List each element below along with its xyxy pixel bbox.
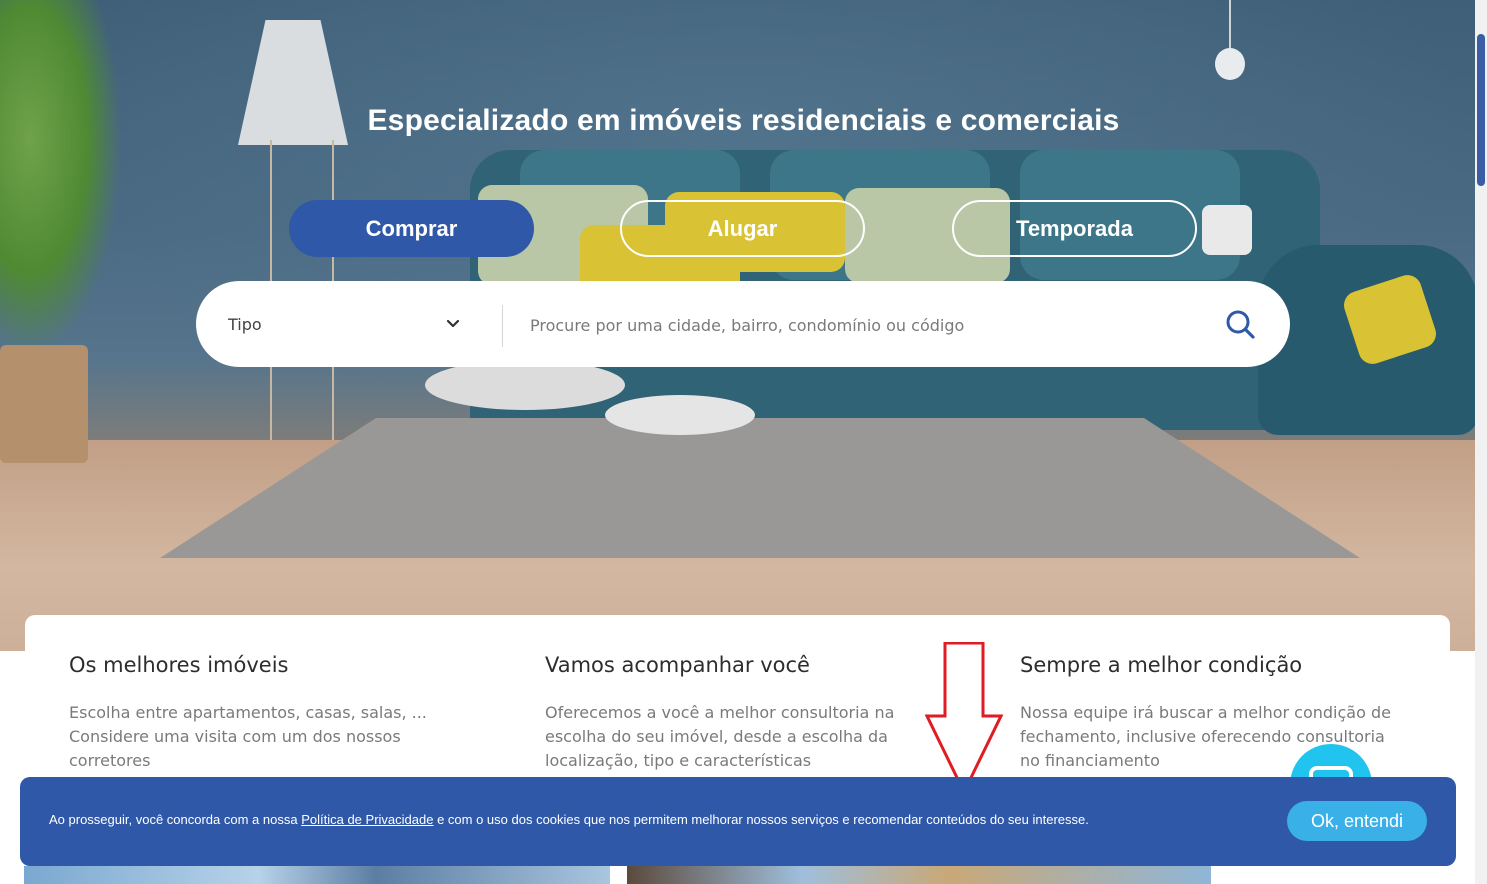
property-image[interactable] bbox=[24, 866, 610, 884]
cookie-banner: Ao prosseguir, você concorda com a nossa… bbox=[20, 777, 1456, 866]
property-image[interactable] bbox=[627, 866, 1211, 884]
feature-text: Escolha entre apartamentos, casas, salas… bbox=[69, 703, 427, 770]
search-bar: Tipo bbox=[196, 281, 1290, 367]
bulb-cord-image bbox=[1229, 0, 1231, 50]
hero-title: Especializado em imóveis residenciais e … bbox=[367, 104, 1120, 137]
chevron-down-icon[interactable] bbox=[444, 315, 462, 333]
cookie-text: Ao prosseguir, você concorda com a nossa… bbox=[49, 812, 1089, 827]
feature-accompany: Vamos acompanhar você Oferecemos a você … bbox=[545, 653, 925, 773]
rug-image bbox=[160, 418, 1360, 558]
privacy-policy-link[interactable]: Política de Privacidade bbox=[301, 812, 433, 827]
feature-text: Oferecemos a você a melhor consultoria n… bbox=[545, 703, 895, 770]
search-divider bbox=[502, 305, 503, 347]
search-icon[interactable] bbox=[1221, 305, 1261, 345]
feature-title: Vamos acompanhar você bbox=[545, 653, 810, 677]
arrow-down-icon bbox=[925, 642, 1003, 794]
vase-image bbox=[1202, 205, 1252, 255]
type-select-label: Tipo bbox=[228, 314, 262, 334]
tab-temporada[interactable]: Temporada bbox=[952, 200, 1197, 257]
feature-title: Sempre a melhor condição bbox=[1020, 653, 1303, 677]
bulb-image bbox=[1215, 48, 1245, 80]
tab-alugar[interactable]: Alugar bbox=[620, 200, 865, 257]
type-select[interactable]: Tipo bbox=[228, 281, 478, 367]
scrollbar-thumb[interactable] bbox=[1477, 34, 1485, 186]
tab-comprar[interactable]: Comprar bbox=[289, 200, 534, 257]
cookie-text-before: Ao prosseguir, você concorda com a nossa bbox=[49, 812, 302, 827]
coffee-table-image bbox=[425, 360, 625, 410]
search-input[interactable] bbox=[528, 303, 1212, 347]
side-table-image bbox=[605, 395, 755, 435]
feature-title: Os melhores imóveis bbox=[69, 653, 289, 677]
feature-best-properties: Os melhores imóveis Escolha entre aparta… bbox=[69, 653, 449, 773]
scrollbar[interactable] bbox=[1475, 0, 1487, 884]
plant-pot-image bbox=[0, 345, 88, 463]
cookie-text-after: e com o uso dos cookies que nos permitem… bbox=[433, 812, 1089, 827]
plant-image bbox=[0, 0, 120, 350]
cookie-accept-button[interactable]: Ok, entendi bbox=[1287, 801, 1427, 841]
